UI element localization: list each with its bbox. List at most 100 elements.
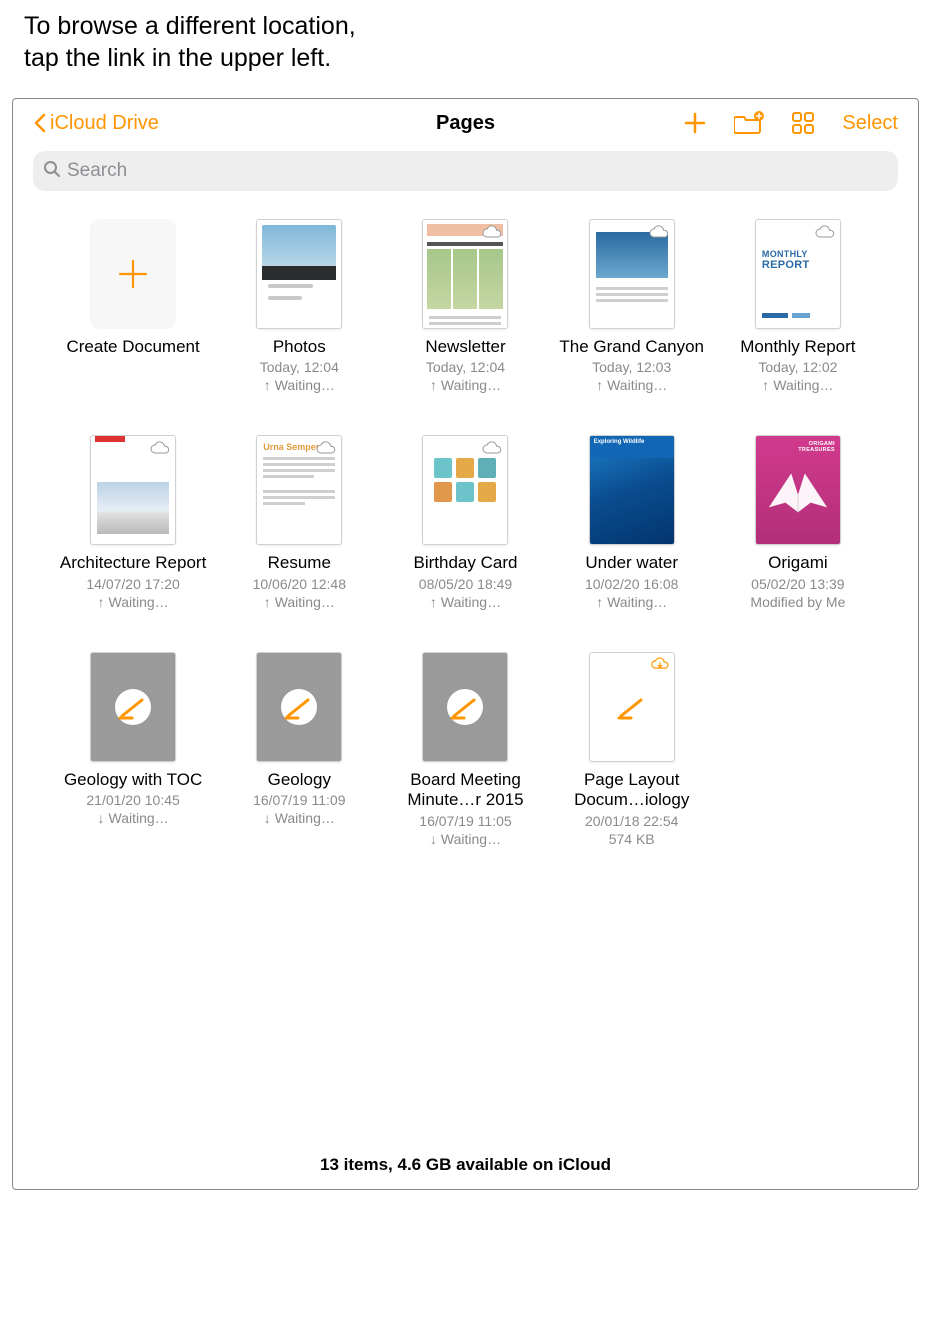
document-tile-geology-toc[interactable]: Geology with TOC 21/01/20 10:45 ↓Waiting… [57,652,209,847]
tile-title: Create Document [66,337,199,357]
cloud-icon [315,440,337,456]
tile-thumbnail [422,652,508,762]
chevron-left-icon [33,113,46,133]
tile-thumbnail [256,219,342,329]
tile-subtitle: Today, 12:04 [426,359,505,375]
tile-thumbnail: ORIGAMI TREASURES [755,435,841,545]
tile-status: ↑Waiting… [596,377,667,393]
search-field[interactable] [33,151,898,191]
tile-title: Page Layout Docum…iology [556,770,708,811]
new-folder-button[interactable] [734,111,764,135]
document-tile-grand-canyon[interactable]: The Grand Canyon Today, 12:03 ↑Waiting… [556,219,708,393]
tile-title: The Grand Canyon [559,337,704,357]
document-tile-monthly-report[interactable]: MONTHLY REPORT Monthly Report Today, 12:… [722,219,874,393]
arrow-up-icon: ↑ [264,377,271,393]
tile-title: Architecture Report [60,553,206,573]
tile-thumbnail [256,652,342,762]
tile-status: ↑Waiting… [98,594,169,610]
tile-subtitle: 14/07/20 17:20 [86,576,179,592]
document-tile-geology[interactable]: Geology 16/07/19 11:09 ↓Waiting… [223,652,375,847]
document-tile-birthday-card[interactable]: Birthday Card 08/05/20 18:49 ↑Waiting… [389,435,541,609]
cloud-download-icon [650,657,670,672]
pages-document-icon [611,686,653,728]
tile-title: Birthday Card [414,553,518,573]
tile-title: Monthly Report [740,337,855,357]
search-icon [43,160,61,183]
search-input[interactable] [67,160,888,182]
origami-crane-icon [764,454,832,522]
tile-status: ↓Waiting… [264,810,335,826]
cloud-icon [481,440,503,456]
tile-subtitle: Today, 12:04 [260,359,339,375]
thumb-text: ORIGAMI TREASURES [785,441,835,453]
tile-status: ↓Waiting… [98,810,169,826]
cloud-icon [814,224,836,240]
document-tile-page-layout[interactable]: Page Layout Docum…iology 20/01/18 22:54 … [556,652,708,847]
tile-thumbnail [90,435,176,545]
tile-thumbnail [422,435,508,545]
tile-subtitle: 05/02/20 13:39 [751,576,844,592]
arrow-down-icon: ↓ [430,831,437,847]
tile-thumbnail: MONTHLY REPORT [755,219,841,329]
tile-title: Board Meeting Minute…r 2015 [389,770,541,811]
tile-subtitle: 20/01/18 22:54 [585,813,678,829]
pages-document-icon [278,686,320,728]
document-tile-board-meeting[interactable]: Board Meeting Minute…r 2015 16/07/19 11:… [389,652,541,847]
tile-thumbnail [90,652,176,762]
document-grid: Create Document Photos Today, 12:04 ↑Wai… [13,201,918,877]
search-bar [33,151,898,191]
arrow-up-icon: ↑ [98,594,105,610]
tile-title: Resume [268,553,331,573]
tile-status: ↑Waiting… [264,594,335,610]
tile-status: ↑Waiting… [264,377,335,393]
tile-status: ↑Waiting… [430,377,501,393]
tile-thumbnail [589,652,675,762]
arrow-down-icon: ↓ [98,810,105,826]
thumb-text: Exploring Wildlife [594,439,645,445]
view-mode-button[interactable] [790,110,816,136]
tile-status: Modified by Me [750,594,845,610]
tile-subtitle: 08/05/20 18:49 [419,576,512,592]
tile-thumbnail [422,219,508,329]
tile-thumbnail: Exploring Wildlife [589,435,675,545]
tile-thumbnail: Urna Semper [256,435,342,545]
tile-title: Origami [768,553,828,573]
tile-status: ↓Waiting… [430,831,501,847]
arrow-up-icon: ↑ [596,377,603,393]
tile-subtitle: 10/02/20 16:08 [585,576,678,592]
cloud-icon [149,440,171,456]
tile-title: Photos [273,337,326,357]
tile-title: Newsletter [425,337,505,357]
back-button[interactable]: iCloud Drive [33,112,159,135]
callout-text: To browse a different location, tap the … [24,10,364,74]
tile-subtitle: 16/07/19 11:05 [419,813,511,829]
status-bar: 13 items, 4.6 GB available on iCloud [13,1137,918,1189]
document-browser: iCloud Drive Pages [12,98,919,1190]
create-document-thumb [90,219,176,329]
document-tile-photos[interactable]: Photos Today, 12:04 ↑Waiting… [223,219,375,393]
select-button[interactable]: Select [842,112,898,135]
document-tile-origami[interactable]: ORIGAMI TREASURES Origami 05/02/20 13:39… [722,435,874,609]
arrow-up-icon: ↑ [762,377,769,393]
cloud-icon [481,224,503,240]
document-tile-newsletter[interactable]: Newsletter Today, 12:04 ↑Waiting… [389,219,541,393]
tile-status: ↑Waiting… [430,594,501,610]
tile-title: Geology [268,770,331,790]
thumb-text: MONTHLY [762,250,834,259]
arrow-up-icon: ↑ [264,594,271,610]
document-tile-architecture-report[interactable]: Architecture Report 14/07/20 17:20 ↑Wait… [57,435,209,609]
document-tile-under-water[interactable]: Exploring Wildlife Under water 10/02/20 … [556,435,708,609]
arrow-up-icon: ↑ [430,377,437,393]
create-document-tile[interactable]: Create Document [57,219,209,393]
tile-status: ↑Waiting… [762,377,833,393]
toolbar: iCloud Drive Pages [13,99,918,147]
arrow-up-icon: ↑ [596,594,603,610]
tile-subtitle: Today, 12:02 [758,359,837,375]
pages-document-icon [444,686,486,728]
document-tile-resume[interactable]: Urna Semper Resume 10/06/20 12:48 ↑Waiti… [223,435,375,609]
add-button[interactable] [682,110,708,136]
tile-status: 574 KB [609,831,655,847]
pages-document-icon [112,686,154,728]
tile-subtitle: 10/06/20 12:48 [253,576,346,592]
empty-space [13,877,918,1137]
